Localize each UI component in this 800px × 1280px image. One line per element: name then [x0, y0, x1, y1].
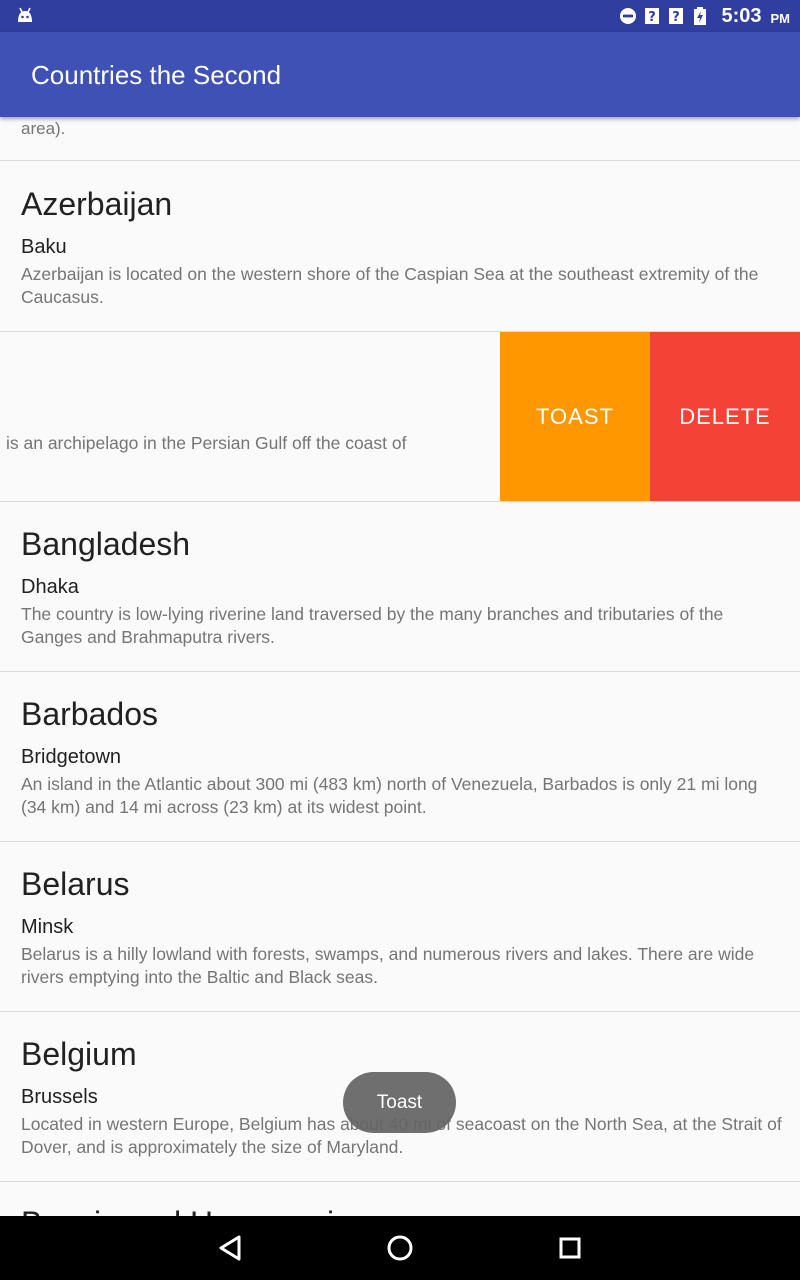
svg-text:?: ? [649, 10, 657, 25]
list-item-swiped[interactable]: is an archipelago in the Persian Gulf of… [0, 332, 800, 502]
country-capital: Baku [21, 236, 67, 258]
status-time: 5:03 [721, 4, 762, 27]
list-item[interactable]: Barbados Bridgetown An island in the Atl… [0, 672, 800, 842]
toast-action-button[interactable]: TOAST [500, 332, 650, 501]
unknown-signal-icon: ? [645, 8, 660, 25]
recents-icon[interactable] [553, 1231, 587, 1265]
list-item-partial[interactable]: area). [0, 117, 800, 161]
back-icon[interactable] [213, 1231, 247, 1265]
country-name: Belarus [21, 866, 130, 902]
list-item[interactable]: Azerbaijan Baku Azerbaijan is located on… [0, 162, 800, 332]
status-ampm: PM [770, 11, 791, 26]
country-list[interactable]: area). Azerbaijan Baku Azerbaijan is loc… [0, 117, 800, 1216]
status-icons: ? ? 5:03 PM [619, 0, 790, 32]
navigation-bar [0, 1216, 800, 1280]
battery-charging-icon [694, 7, 707, 25]
country-name: Belgium [21, 1036, 137, 1072]
country-description: The country is low-lying riverine land t… [21, 604, 724, 647]
country-capital: Dhaka [21, 576, 79, 598]
country-description: is an archipelago in the Persian Gulf of… [6, 433, 407, 453]
country-capital: Bridgetown [21, 746, 122, 768]
country-capital: Brussels [21, 1086, 98, 1108]
app-title: Countries the Second [31, 60, 282, 90]
country-description: area). [21, 119, 66, 138]
country-capital: Minsk [21, 916, 74, 938]
list-item[interactable]: Bangladesh Dhaka The country is low-lyin… [0, 502, 800, 672]
delete-action-button[interactable]: DELETE [650, 332, 800, 501]
country-description: An island in the Atlantic about 300 mi (… [21, 774, 758, 817]
home-icon[interactable] [383, 1231, 417, 1265]
app-bar: Countries the Second [0, 32, 800, 117]
toast-message: Toast [343, 1072, 456, 1133]
country-description: Belarus is a hilly lowland with forests,… [21, 944, 755, 987]
country-name: Barbados [21, 696, 158, 732]
android-debug-icon [18, 7, 32, 22]
unknown-wifi-icon: ? [669, 8, 684, 25]
country-name: Bangladesh [21, 526, 191, 562]
country-name: Azerbaijan [21, 186, 173, 222]
list-item[interactable]: Belarus Minsk Belarus is a hilly lowland… [0, 842, 800, 1012]
country-description: Azerbaijan is located on the western sho… [21, 264, 759, 307]
do-not-disturb-icon [620, 8, 637, 24]
svg-text:?: ? [673, 10, 681, 25]
status-bar: ? ? 5:03 PM [0, 0, 800, 32]
country-name-peek[interactable]: Bosnia and Herzegovina [21, 1205, 370, 1216]
